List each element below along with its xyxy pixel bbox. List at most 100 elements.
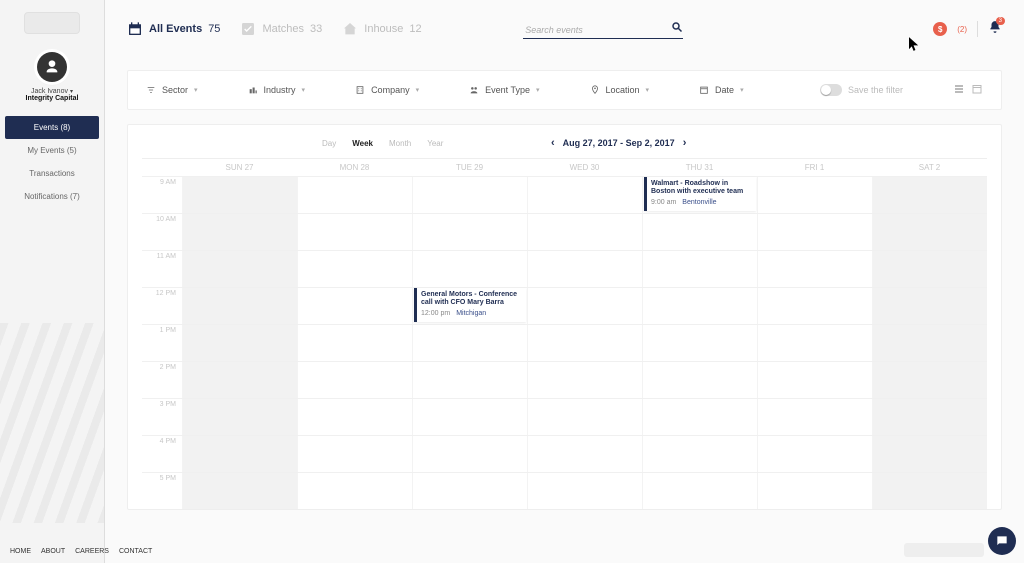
chat-widget[interactable]	[988, 527, 1016, 555]
tab-matches[interactable]: Matches 33	[240, 21, 322, 37]
calendar-cell[interactable]	[757, 473, 872, 509]
calendar-cell[interactable]	[412, 399, 527, 435]
calendar-cell[interactable]	[757, 214, 872, 250]
prev-week[interactable]: ‹	[551, 137, 555, 149]
save-filter[interactable]: Save the filter	[820, 84, 903, 96]
mode-month[interactable]: Month	[389, 139, 411, 148]
calendar-cell[interactable]	[527, 362, 642, 398]
calendar-cell[interactable]	[182, 325, 297, 361]
search-input[interactable]	[523, 22, 683, 39]
calendar-cell[interactable]	[872, 177, 987, 213]
calendar-cell[interactable]	[182, 214, 297, 250]
calendar-cell[interactable]	[412, 177, 527, 213]
calendar-cell[interactable]	[872, 399, 987, 435]
mode-week[interactable]: Week	[352, 139, 373, 148]
calendar-cell[interactable]	[872, 251, 987, 287]
tab-all-events[interactable]: All Events 75	[127, 21, 220, 37]
filter-company[interactable]: Company▾	[355, 85, 419, 95]
calendar-cell[interactable]	[297, 177, 412, 213]
calendar-cell[interactable]	[642, 214, 757, 250]
save-filter-toggle[interactable]	[820, 84, 842, 96]
footer-home[interactable]: HOME	[10, 548, 31, 555]
calendar-cell[interactable]	[182, 436, 297, 472]
calendar-cell[interactable]	[182, 362, 297, 398]
user-name[interactable]: Jack Ivanov ▾	[31, 88, 73, 95]
calendar-cell[interactable]	[412, 214, 527, 250]
calendar-cell[interactable]	[527, 399, 642, 435]
calendar-view-icon[interactable]	[971, 83, 983, 97]
mode-year[interactable]: Year	[427, 139, 443, 148]
sidebar-item-events[interactable]: Events (8)	[5, 116, 99, 139]
calendar-cell[interactable]	[642, 473, 757, 509]
sidebar-item-transactions[interactable]: Transactions	[0, 162, 104, 185]
next-week[interactable]: ›	[683, 137, 687, 149]
calendar-cell[interactable]	[642, 251, 757, 287]
calendar-cell[interactable]	[642, 436, 757, 472]
calendar-cell[interactable]	[642, 325, 757, 361]
calendar-cell[interactable]	[297, 251, 412, 287]
credits-icon[interactable]: $	[933, 22, 947, 36]
calendar-cell[interactable]	[412, 362, 527, 398]
calendar-cell[interactable]	[412, 251, 527, 287]
avatar[interactable]	[37, 52, 67, 82]
calendar-cell[interactable]	[297, 436, 412, 472]
calendar-cell[interactable]	[297, 399, 412, 435]
filter-date[interactable]: Date▾	[699, 85, 744, 95]
calendar-cell[interactable]	[182, 177, 297, 213]
calendar-cell[interactable]	[297, 473, 412, 509]
calendar-cell[interactable]	[757, 325, 872, 361]
sidebar-item-my-events[interactable]: My Events (5)	[0, 139, 104, 162]
calendar-cell[interactable]	[412, 325, 527, 361]
calendar-cell[interactable]	[527, 473, 642, 509]
calendar-cell[interactable]	[757, 436, 872, 472]
logo[interactable]	[24, 12, 80, 34]
calendar-cell[interactable]	[757, 362, 872, 398]
search-icon[interactable]	[671, 20, 683, 38]
calendar-cell[interactable]	[527, 436, 642, 472]
calendar-cell[interactable]	[642, 362, 757, 398]
calendar-cell[interactable]	[757, 251, 872, 287]
calendar-cell[interactable]	[642, 399, 757, 435]
calendar-cell[interactable]: General Motors - Conference call with CF…	[412, 288, 527, 324]
filter-location[interactable]: Location▾	[590, 85, 650, 95]
calendar-cell[interactable]	[412, 473, 527, 509]
calendar-cell[interactable]	[757, 288, 872, 324]
footer-about[interactable]: ABOUT	[41, 548, 65, 555]
calendar-cell[interactable]	[297, 214, 412, 250]
calendar-cell[interactable]	[757, 177, 872, 213]
filter-sector[interactable]: Sector▾	[146, 85, 198, 95]
hour-label: 5 PM	[142, 473, 182, 509]
calendar-cell[interactable]	[872, 362, 987, 398]
calendar-cell[interactable]	[872, 473, 987, 509]
notifications-bell[interactable]: 3	[988, 20, 1002, 39]
mode-day[interactable]: Day	[322, 139, 336, 148]
calendar-cell[interactable]	[527, 177, 642, 213]
calendar-cell[interactable]	[412, 436, 527, 472]
calendar-cell[interactable]	[527, 214, 642, 250]
calendar-cell[interactable]	[182, 399, 297, 435]
calendar-cell[interactable]	[297, 362, 412, 398]
calendar-cell[interactable]	[182, 288, 297, 324]
calendar-cell[interactable]	[297, 288, 412, 324]
footer-careers[interactable]: CAREERS	[75, 548, 109, 555]
calendar-cell[interactable]	[872, 436, 987, 472]
sidebar-item-notifications[interactable]: Notifications (7)	[0, 185, 104, 208]
calendar-cell[interactable]	[872, 288, 987, 324]
calendar-event[interactable]: General Motors - Conference call with CF…	[414, 288, 526, 322]
calendar-cell[interactable]	[527, 325, 642, 361]
calendar-event[interactable]: Walmart - Roadshow in Boston with execut…	[644, 177, 756, 211]
calendar-cell[interactable]: Walmart - Roadshow in Boston with execut…	[642, 177, 757, 213]
calendar-cell[interactable]	[182, 473, 297, 509]
calendar-cell[interactable]	[182, 251, 297, 287]
calendar-cell[interactable]	[642, 288, 757, 324]
calendar-cell[interactable]	[872, 325, 987, 361]
calendar-cell[interactable]	[297, 325, 412, 361]
filter-industry[interactable]: Industry▾	[248, 85, 306, 95]
tab-inhouse[interactable]: Inhouse 12	[342, 21, 421, 37]
filter-event-type[interactable]: Event Type▾	[469, 85, 539, 95]
calendar-cell[interactable]	[527, 251, 642, 287]
list-view-icon[interactable]	[953, 83, 965, 97]
calendar-cell[interactable]	[757, 399, 872, 435]
calendar-cell[interactable]	[527, 288, 642, 324]
calendar-cell[interactable]	[872, 214, 987, 250]
